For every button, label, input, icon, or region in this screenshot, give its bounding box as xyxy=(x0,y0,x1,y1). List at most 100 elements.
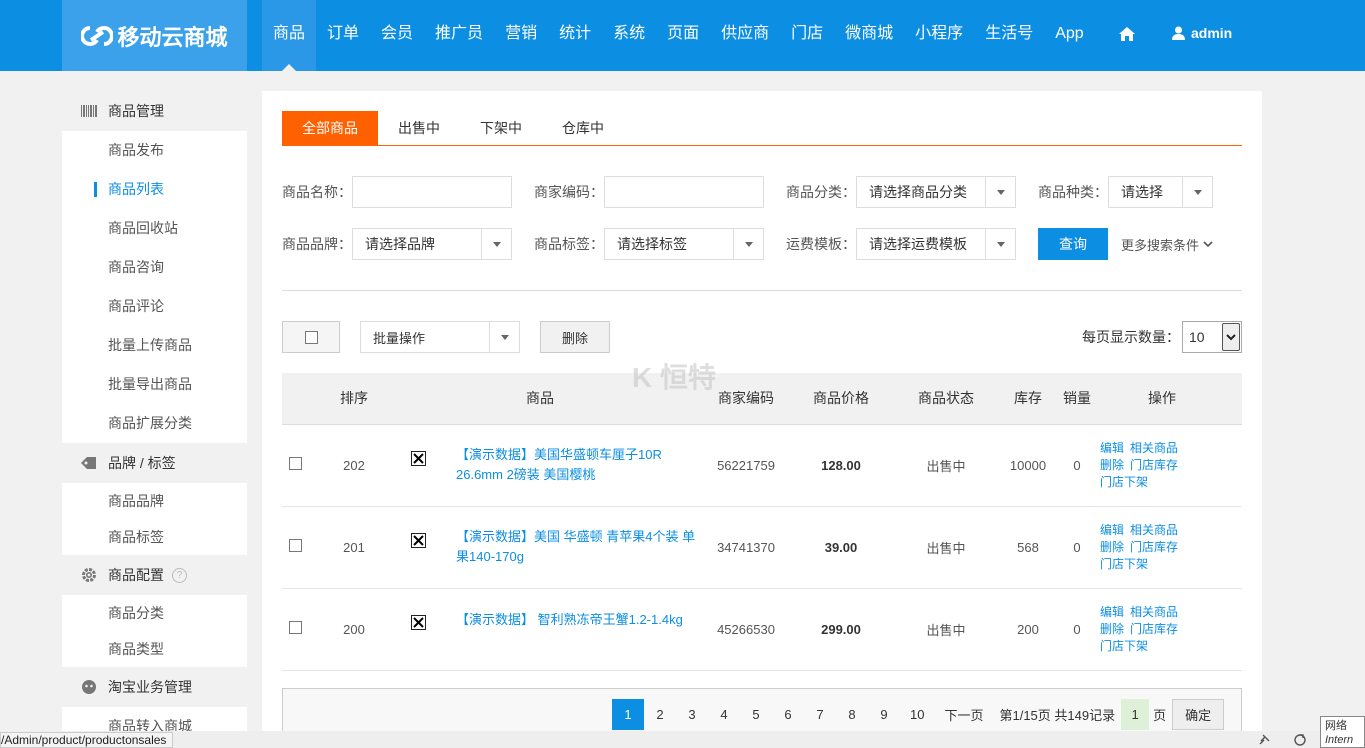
delete-link[interactable]: 删除 xyxy=(1100,458,1124,472)
sidebar-group-brand[interactable]: 品牌 / 标签 xyxy=(62,443,247,483)
batch-select[interactable]: 批量操作 xyxy=(360,321,520,353)
page-2[interactable]: 2 xyxy=(644,699,676,730)
per-page-select[interactable]: 10 xyxy=(1182,321,1242,353)
nav-app[interactable]: App xyxy=(1044,0,1094,71)
page-1[interactable]: 1 xyxy=(612,699,644,730)
sidebar-item-publish[interactable]: 商品发布 xyxy=(62,131,247,170)
tab-all[interactable]: 全部商品 xyxy=(282,111,378,145)
page-jump-input[interactable]: 1 xyxy=(1121,699,1150,730)
nav-pages[interactable]: 页面 xyxy=(656,0,710,71)
type-select[interactable]: 请选择 xyxy=(1108,176,1213,208)
delete-button[interactable]: 删除 xyxy=(540,321,610,353)
tab-warehouse[interactable]: 仓库中 xyxy=(542,111,624,145)
goods-name-link[interactable]: 【演示数据】美国华盛顿车厘子10R 26.6mm 2磅装 美国樱桃 xyxy=(436,424,706,506)
sidebar-group-config[interactable]: 商品配置 ? xyxy=(62,555,247,595)
related-link[interactable]: 相关商品 xyxy=(1130,605,1178,619)
sidebar-group-goods[interactable]: 商品管理 xyxy=(62,91,247,131)
nav-promoters[interactable]: 推广员 xyxy=(424,0,494,71)
goods-name-link[interactable]: 【演示数据】 智利熟冻帝王蟹1.2-1.4kg xyxy=(436,588,706,670)
name-input[interactable] xyxy=(352,176,512,208)
nav-wechat-mall[interactable]: 微商城 xyxy=(834,0,904,71)
sidebar-group-taobao[interactable]: 淘宝业务管理 xyxy=(62,667,247,707)
next-page-button[interactable]: 下一页 xyxy=(934,699,993,730)
store-stock-link[interactable]: 门店库存 xyxy=(1130,458,1178,472)
nav-system[interactable]: 系统 xyxy=(602,0,656,71)
sidebar-group-label: 品牌 / 标签 xyxy=(108,455,176,471)
nav-members[interactable]: 会员 xyxy=(370,0,424,71)
sidebar: 商品管理 商品发布 商品列表 商品回收站 商品咨询 商品评论 批量上传商品 批量… xyxy=(62,91,247,748)
nav-stores[interactable]: 门店 xyxy=(780,0,834,71)
tab-off-shelf[interactable]: 下架中 xyxy=(460,111,542,145)
col-stock[interactable]: 库存 xyxy=(996,373,1060,424)
category-select[interactable]: 请选择商品分类 xyxy=(856,176,1016,208)
page-5[interactable]: 5 xyxy=(740,699,772,730)
pin-icon[interactable] xyxy=(1257,733,1271,748)
sidebar-item-consult[interactable]: 商品咨询 xyxy=(62,248,247,287)
nav-life-account[interactable]: 生活号 xyxy=(974,0,1044,71)
store-stock-link[interactable]: 门店库存 xyxy=(1130,540,1178,554)
page-9[interactable]: 9 xyxy=(868,699,900,730)
row-checkbox[interactable] xyxy=(288,539,302,552)
nav-suppliers[interactable]: 供应商 xyxy=(710,0,780,71)
edit-link[interactable]: 编辑 xyxy=(1100,441,1124,455)
row-checkbox[interactable] xyxy=(288,621,302,634)
sidebar-item-tags[interactable]: 商品标签 xyxy=(62,519,247,555)
col-sort[interactable]: 排序 xyxy=(308,373,400,424)
page-jump-button[interactable]: 确定 xyxy=(1172,699,1225,730)
store-off-link[interactable]: 门店下架 xyxy=(1100,475,1148,489)
stock-cell: 568 xyxy=(1017,539,1039,555)
price-cell: 128.00 xyxy=(821,457,861,473)
freight-select[interactable]: 请选择运费模板 xyxy=(856,228,1016,260)
related-link[interactable]: 相关商品 xyxy=(1130,523,1178,537)
page-3[interactable]: 3 xyxy=(676,699,708,730)
sidebar-item-list[interactable]: 商品列表 xyxy=(62,170,247,209)
sort-cell[interactable]: 200 xyxy=(308,588,400,670)
code-input[interactable] xyxy=(604,176,764,208)
nav-stats[interactable]: 统计 xyxy=(548,0,602,71)
sidebar-item-recycle[interactable]: 商品回收站 xyxy=(62,209,247,248)
sidebar-item-ext-category[interactable]: 商品扩展分类 xyxy=(62,404,247,443)
page-10[interactable]: 10 xyxy=(900,699,934,730)
tab-on-sale[interactable]: 出售中 xyxy=(378,111,460,145)
user-menu[interactable]: admin xyxy=(1172,25,1232,41)
edit-link[interactable]: 编辑 xyxy=(1100,605,1124,619)
brand-select-value: 请选择品牌 xyxy=(365,236,435,252)
logo[interactable]: 移动云商城 xyxy=(62,0,247,71)
home-icon[interactable] xyxy=(1118,25,1136,46)
tag-select[interactable]: 请选择标签 xyxy=(604,228,764,260)
main-nav: 商品 订单 会员 推广员 营销 统计 系统 页面 供应商 门店 微商城 小程序 … xyxy=(262,0,1095,71)
sort-cell[interactable]: 201 xyxy=(308,506,400,588)
store-off-link[interactable]: 门店下架 xyxy=(1100,557,1148,571)
nav-marketing[interactable]: 营销 xyxy=(494,0,548,71)
goods-name-link[interactable]: 【演示数据】美国 华盛顿 青苹果4个装 单果140-170g xyxy=(436,506,706,588)
page-7[interactable]: 7 xyxy=(804,699,836,730)
sidebar-item-brands[interactable]: 商品品牌 xyxy=(62,483,247,519)
edit-link[interactable]: 编辑 xyxy=(1100,523,1124,537)
more-filters-link[interactable]: 更多搜索条件 xyxy=(1121,235,1214,254)
nav-goods[interactable]: 商品 xyxy=(262,0,317,71)
nav-orders[interactable]: 订单 xyxy=(316,0,370,71)
store-off-link[interactable]: 门店下架 xyxy=(1100,639,1148,653)
delete-link[interactable]: 删除 xyxy=(1100,622,1124,636)
select-all-checkbox[interactable] xyxy=(282,321,340,353)
page-4[interactable]: 4 xyxy=(708,699,740,730)
nav-mini-program[interactable]: 小程序 xyxy=(904,0,974,71)
sidebar-item-reviews[interactable]: 商品评论 xyxy=(62,287,247,326)
sort-cell[interactable]: 202 xyxy=(308,424,400,506)
col-price[interactable]: 商品价格 xyxy=(786,373,896,424)
search-button[interactable]: 查询 xyxy=(1038,228,1108,260)
sidebar-item-types[interactable]: 商品类型 xyxy=(62,631,247,667)
page-8[interactable]: 8 xyxy=(836,699,868,730)
refresh-icon[interactable] xyxy=(1293,733,1307,748)
page-6[interactable]: 6 xyxy=(772,699,804,730)
sidebar-item-category[interactable]: 商品分类 xyxy=(62,595,247,631)
brand-select[interactable]: 请选择品牌 xyxy=(352,228,512,260)
sidebar-item-bulk-export[interactable]: 批量导出商品 xyxy=(62,365,247,404)
related-link[interactable]: 相关商品 xyxy=(1130,441,1178,455)
store-stock-link[interactable]: 门店库存 xyxy=(1130,622,1178,636)
sidebar-item-bulk-upload[interactable]: 批量上传商品 xyxy=(62,326,247,365)
col-sales[interactable]: 销量 xyxy=(1060,373,1094,424)
row-checkbox[interactable] xyxy=(288,457,302,470)
help-icon[interactable]: ? xyxy=(172,567,187,583)
delete-link[interactable]: 删除 xyxy=(1100,540,1124,554)
